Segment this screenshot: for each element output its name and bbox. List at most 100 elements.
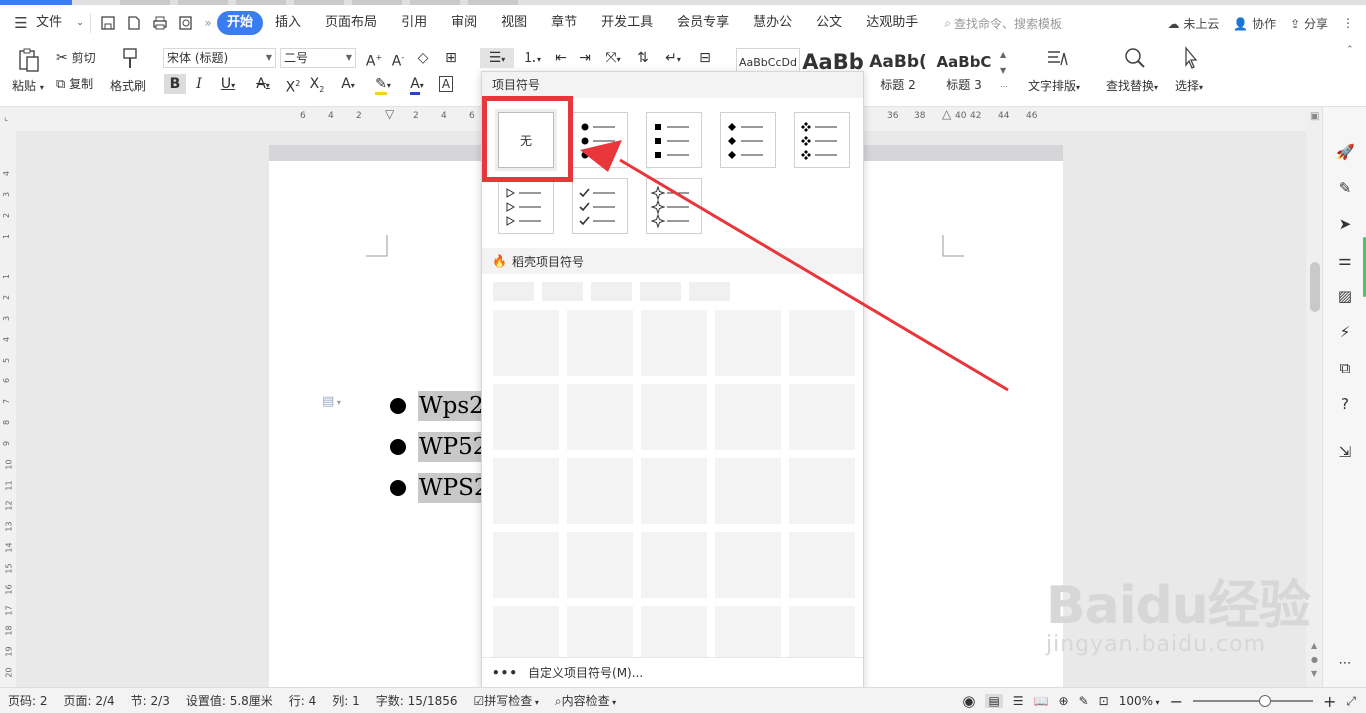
ruler-toggle-icon[interactable]: ▣ [1310, 111, 1319, 122]
library-bullet-cell[interactable] [493, 532, 559, 598]
right-indent-marker-icon[interactable]: △ [942, 107, 951, 121]
cursor-icon[interactable]: ➤ [1336, 215, 1354, 233]
select-cursor-icon[interactable] [1180, 45, 1202, 71]
tab-page-layout[interactable]: 页面布局 [313, 11, 389, 35]
image-tools-icon[interactable]: ▨ [1336, 287, 1354, 305]
select-browse-icon[interactable]: ● [1311, 655, 1318, 664]
zoom-in-icon[interactable]: + [1323, 692, 1336, 711]
library-bullet-cell[interactable] [789, 310, 855, 376]
bullet-option-square[interactable] [646, 112, 702, 168]
status-word-count[interactable]: 字数: 15/1856 [368, 692, 466, 709]
library-bullet-cell[interactable] [567, 310, 633, 376]
status-row[interactable]: 行: 4 [281, 692, 325, 709]
zoom-value[interactable]: 100% ▾ [1119, 694, 1160, 708]
paste-button[interactable]: 粘贴 ▾ [12, 77, 44, 94]
zoom-out-icon[interactable]: − [1170, 692, 1183, 711]
font-color-button[interactable]: A▾ [402, 74, 432, 95]
superscript-button[interactable]: X2 [282, 74, 304, 96]
sort-icon[interactable]: ⇅ [632, 48, 654, 68]
indent-marker-icon[interactable]: ▽ [385, 107, 394, 121]
tab-member[interactable]: 会员专享 [665, 11, 741, 35]
style-heading-3[interactable]: AaBbC 标题 3 [932, 48, 996, 98]
file-menu[interactable]: 文件 [34, 11, 74, 35]
increase-indent-icon[interactable]: ⇥ [574, 48, 596, 68]
text-layout-button[interactable]: 文字排版▾ [1028, 77, 1080, 94]
write-mode-icon[interactable]: ✎ [1079, 694, 1089, 708]
bullet-option-quad-diamond[interactable] [794, 112, 850, 168]
status-setting[interactable]: 设置值: 5.8厘米 [178, 692, 281, 709]
collaborate-button[interactable]: 👤 协作 [1233, 15, 1276, 32]
library-bullet-cell[interactable] [641, 606, 707, 657]
style-gallery-scroll[interactable]: ▲ ▼ ⋯ [1000, 47, 1008, 95]
zoom-slider-knob[interactable] [1258, 695, 1271, 707]
library-tab[interactable] [493, 282, 534, 301]
rocket-icon[interactable]: 🚀 [1336, 143, 1355, 161]
prev-page-icon[interactable]: ▲ [1311, 641, 1317, 650]
library-bullet-cell[interactable] [789, 606, 855, 657]
more-icon[interactable]: » [199, 11, 217, 35]
tab-section[interactable]: 章节 [539, 11, 589, 35]
fit-page-icon[interactable]: ⊡ [1099, 694, 1109, 708]
status-pages[interactable]: 页面: 2/4 [56, 692, 123, 709]
char-border-button[interactable]: A [435, 74, 457, 94]
library-bullet-cell[interactable] [493, 310, 559, 376]
custom-bullet-item[interactable]: ••• 自定义项目符号(M)... [482, 657, 863, 687]
library-bullet-cell[interactable] [567, 384, 633, 450]
tab-review[interactable]: 审阅 [439, 11, 489, 35]
tab-references[interactable]: 引用 [389, 11, 439, 35]
tab-developer[interactable]: 开发工具 [589, 11, 665, 35]
spell-check-button[interactable]: ☑拼写检查 ▾ [466, 692, 547, 709]
library-bullet-cell[interactable] [567, 458, 633, 524]
library-bullet-cell[interactable] [567, 532, 633, 598]
library-bullet-cell[interactable] [641, 532, 707, 598]
font-size-select[interactable]: 二号 ▼ [280, 48, 356, 68]
reading-view-icon[interactable]: 📖 [1034, 694, 1049, 708]
status-column[interactable]: 列: 1 [324, 692, 368, 709]
find-replace-icon[interactable] [1122, 45, 1148, 71]
bullet-option-diamond[interactable] [720, 112, 776, 168]
tab-daguan-assistant[interactable]: 达观助手 [854, 11, 930, 35]
library-bullet-cell[interactable] [493, 458, 559, 524]
library-bullet-cell[interactable] [715, 532, 781, 598]
pen-icon[interactable]: ✎ [1336, 179, 1354, 197]
chevron-down-icon[interactable]: ⌄ [74, 11, 86, 35]
tab-smart-office[interactable]: 慧办公 [741, 11, 804, 35]
save-icon[interactable] [95, 11, 121, 35]
tab-view[interactable]: 视图 [489, 11, 539, 35]
library-bullet-cell[interactable] [493, 606, 559, 657]
shrink-font-icon[interactable]: A- [387, 48, 409, 70]
style-heading-2[interactable]: AaBb( 标题 2 [866, 48, 930, 98]
page-view-icon[interactable]: ▤ [985, 694, 1003, 708]
tab-official-doc[interactable]: 公文 [804, 11, 854, 35]
book-icon[interactable]: ⧉ [1336, 359, 1354, 377]
text-effect-button[interactable]: A▾ [333, 74, 363, 94]
library-bullet-cell[interactable] [715, 606, 781, 657]
library-bullet-cell[interactable] [789, 458, 855, 524]
library-bullet-cell[interactable] [641, 384, 707, 450]
cut-button[interactable]: ✂ 剪切 [56, 49, 96, 66]
share-file-icon[interactable]: ⇲ [1336, 443, 1354, 461]
bullet-option-check[interactable] [572, 178, 628, 234]
library-tab[interactable] [542, 282, 583, 301]
library-tab[interactable] [689, 282, 730, 301]
grow-font-icon[interactable]: A+ [363, 48, 385, 70]
vertical-ruler[interactable]: 4 3 2 1 1 2 3 4 5 6 7 8 9 10 11 12 13 14… [0, 131, 16, 687]
status-page-number[interactable]: 页码: 2 [0, 692, 56, 709]
scrollbar-thumb[interactable] [1310, 262, 1320, 312]
numbered-list-button[interactable]: ⒈▾ [516, 48, 548, 68]
font-name-select[interactable]: 宋体 (标题) ▼ [163, 48, 276, 68]
status-section[interactable]: 节: 2/3 [123, 692, 178, 709]
more-options-icon[interactable]: ⋮ [1342, 16, 1354, 30]
library-bullet-cell[interactable] [641, 458, 707, 524]
help-icon[interactable]: ? [1336, 395, 1354, 413]
format-painter-button[interactable]: 格式刷 [110, 77, 146, 94]
hamburger-icon[interactable]: ☰ [8, 11, 34, 35]
library-bullet-cell[interactable] [567, 606, 633, 657]
sliders-icon[interactable]: ⚌ [1336, 251, 1354, 269]
text-layout-icon[interactable] [1044, 45, 1070, 71]
library-bullet-cell[interactable] [493, 384, 559, 450]
select-button[interactable]: 选择▾ [1175, 77, 1203, 94]
library-bullet-cell[interactable] [789, 384, 855, 450]
tab-selector-icon[interactable]: ⌞ [4, 113, 8, 123]
print-preview-icon[interactable] [173, 11, 199, 35]
